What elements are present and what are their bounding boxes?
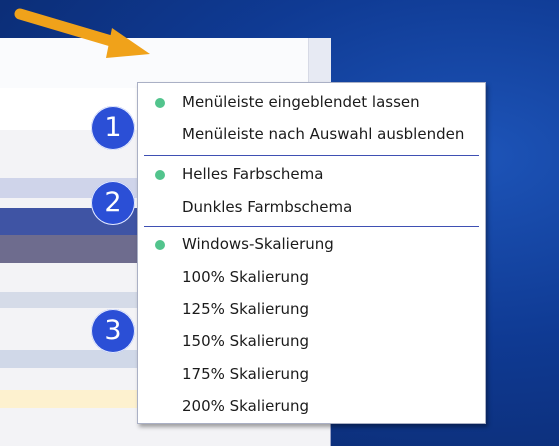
menu-separator <box>144 226 479 227</box>
selected-dot-icon <box>155 170 165 180</box>
menu-item-scaling-125[interactable]: 125% Skalierung <box>138 294 485 326</box>
menu-item-label: Windows-Skalierung <box>182 235 334 253</box>
menu-item-scaling-150[interactable]: 150% Skalierung <box>138 326 485 358</box>
selected-dot-icon <box>155 240 165 250</box>
menu-item-label: 100% Skalierung <box>182 268 310 286</box>
callout-badge: 1 <box>91 106 135 150</box>
menu-separator <box>144 155 479 156</box>
menu-item-scaling-175[interactable]: 175% Skalierung <box>138 359 485 391</box>
menu-item-scaling-100[interactable]: 100% Skalierung <box>138 262 485 294</box>
menu-item-autohide-menubar[interactable]: Menüleiste nach Auswahl ausblenden <box>138 119 485 151</box>
menu-item-light-theme[interactable]: Helles Farbschema <box>138 159 485 191</box>
menu-item-windows-scaling[interactable]: Windows-Skalierung <box>138 229 485 261</box>
menu-item-keep-menubar[interactable]: Menüleiste eingeblendet lassen <box>138 87 485 119</box>
menu-item-label: 175% Skalierung <box>182 365 310 383</box>
menu-item-label: Dunkles Farmbschema <box>182 198 353 216</box>
menu-item-label: 125% Skalierung <box>182 300 310 318</box>
menu-item-label: Menüleiste eingeblendet lassen <box>182 93 420 111</box>
selected-dot-icon <box>155 98 165 108</box>
menu-item-scaling-200[interactable]: 200% Skalierung <box>138 391 485 423</box>
menu-item-label: Helles Farbschema <box>182 165 324 183</box>
menu-item-label: 150% Skalierung <box>182 332 310 350</box>
callout-badge: 2 <box>91 181 135 225</box>
view-options-menu: Menüleiste eingeblendet lassen Menüleist… <box>137 82 486 424</box>
menu-item-label: Menüleiste nach Auswahl ausblenden <box>182 125 465 143</box>
menu-item-label: 200% Skalierung <box>182 397 310 415</box>
callout-badge: 3 <box>91 309 135 353</box>
menu-item-dark-theme[interactable]: Dunkles Farmbschema <box>138 192 485 224</box>
pointer-arrow-icon <box>14 8 150 58</box>
